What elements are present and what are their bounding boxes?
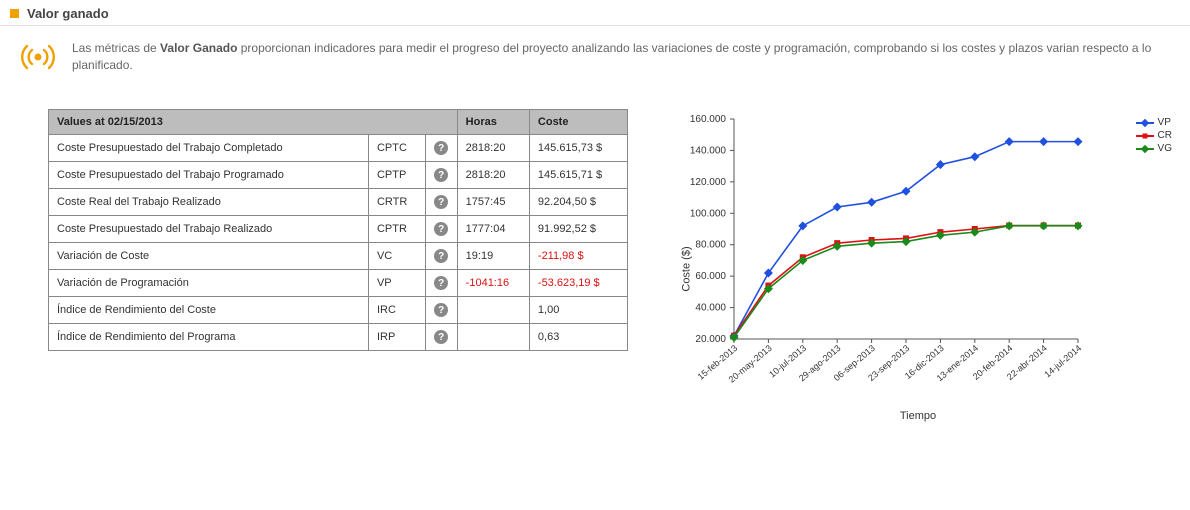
metric-label: Índice de Rendimiento del Coste (49, 297, 369, 324)
intro-prefix: Las métricas de (72, 41, 160, 55)
help-cell (425, 162, 457, 189)
help-cell (425, 135, 457, 162)
metric-abbr: CPTC (368, 135, 425, 162)
metric-cost: 92.204,50 $ (529, 189, 627, 216)
table-header-title: Values at 02/15/2013 (49, 110, 458, 135)
metric-cost: -211,98 $ (529, 243, 627, 270)
legend-item-vg: VG (1136, 143, 1172, 154)
metric-cost: 1,00 (529, 297, 627, 324)
metric-abbr: VP (368, 270, 425, 297)
help-cell (425, 216, 457, 243)
chart-x-axis-label: Tiempo (668, 410, 1168, 422)
intro-row: Las métricas de Valor Ganado proporciona… (0, 26, 1190, 79)
svg-text:160.000: 160.000 (690, 114, 727, 125)
metric-abbr: CPTP (368, 162, 425, 189)
metric-cost: 0,63 (529, 324, 627, 351)
metric-abbr: IRC (368, 297, 425, 324)
table-row: Índice de Rendimiento del CosteIRC 1,00 (49, 297, 628, 324)
intro-bold: Valor Ganado (160, 41, 237, 55)
svg-text:40.000: 40.000 (695, 303, 726, 314)
table-row: Coste Real del Trabajo RealizadoCRTR 1757… (49, 189, 628, 216)
section-bullet-icon (10, 9, 19, 18)
metric-hours: -1041:16 (457, 270, 529, 297)
help-cell (425, 189, 457, 216)
table-row: Coste Presupuestado del Trabajo Programa… (49, 162, 628, 189)
table-header-cost: Coste (529, 110, 627, 135)
metric-hours (457, 297, 529, 324)
help-icon[interactable] (434, 276, 448, 290)
metric-hours (457, 324, 529, 351)
metric-hours: 19:19 (457, 243, 529, 270)
svg-text:120.000: 120.000 (690, 177, 727, 188)
chart: Coste ($) 20.000 40.000 60.000 80.000 100.00… (668, 109, 1168, 429)
metric-abbr: CRTR (368, 189, 425, 216)
svg-text:140.000: 140.000 (690, 145, 727, 156)
earned-value-table: Values at 02/15/2013 Horas Coste Coste P… (48, 109, 628, 351)
help-icon[interactable] (434, 330, 448, 344)
svg-text:100.000: 100.000 (690, 208, 727, 219)
metric-abbr: IRP (368, 324, 425, 351)
table-row: Índice de Rendimiento del ProgramaIRP 0,6… (49, 324, 628, 351)
metric-label: Índice de Rendimiento del Programa (49, 324, 369, 351)
metric-label: Coste Presupuestado del Trabajo Programa… (49, 162, 369, 189)
help-icon[interactable] (434, 168, 448, 182)
metric-cost: -53.623,19 $ (529, 270, 627, 297)
metric-abbr: CPTR (368, 216, 425, 243)
metric-label: Variación de Programación (49, 270, 369, 297)
metric-abbr: VC (368, 243, 425, 270)
svg-text:80.000: 80.000 (695, 240, 726, 251)
svg-text:14-jul-2014: 14-jul-2014 (1042, 343, 1083, 380)
metric-cost: 91.992,52 $ (529, 216, 627, 243)
svg-text:60.000: 60.000 (695, 271, 726, 282)
help-icon[interactable] (434, 222, 448, 236)
help-icon[interactable] (434, 249, 448, 263)
legend-item-vp: VP (1136, 117, 1172, 128)
metric-hours: 2818:20 (457, 162, 529, 189)
intro-text: Las métricas de Valor Ganado proporciona… (72, 40, 1180, 75)
metric-label: Coste Real del Trabajo Realizado (49, 189, 369, 216)
help-icon[interactable] (434, 303, 448, 317)
help-icon[interactable] (434, 141, 448, 155)
section-title: Valor ganado (27, 6, 109, 21)
help-cell (425, 270, 457, 297)
table-header-hours: Horas (457, 110, 529, 135)
metric-label: Variación de Coste (49, 243, 369, 270)
metric-hours: 1757:45 (457, 189, 529, 216)
metric-cost: 145.615,73 $ (529, 135, 627, 162)
table-row: Coste Presupuestado del Trabajo Realizad… (49, 216, 628, 243)
metric-label: Coste Presupuestado del Trabajo Completa… (49, 135, 369, 162)
metric-hours: 2818:20 (457, 135, 529, 162)
table-row: Variación de ProgramaciónVP -1041:16-53.6… (49, 270, 628, 297)
broadcast-icon (18, 42, 58, 75)
legend-item-cr: CR (1136, 130, 1172, 141)
metric-hours: 1777:04 (457, 216, 529, 243)
section-header: Valor ganado (0, 0, 1190, 26)
table-row: Variación de CosteVC 19:19-211,98 $ (49, 243, 628, 270)
svg-text:20.000: 20.000 (695, 334, 726, 345)
help-icon[interactable] (434, 195, 448, 209)
chart-legend: VP CR VG (1136, 117, 1172, 156)
metric-label: Coste Presupuestado del Trabajo Realizad… (49, 216, 369, 243)
table-row: Coste Presupuestado del Trabajo Completa… (49, 135, 628, 162)
help-cell (425, 324, 457, 351)
help-cell (425, 243, 457, 270)
metric-cost: 145.615,71 $ (529, 162, 627, 189)
chart-y-axis-label: Coste ($) (681, 246, 693, 291)
help-cell (425, 297, 457, 324)
